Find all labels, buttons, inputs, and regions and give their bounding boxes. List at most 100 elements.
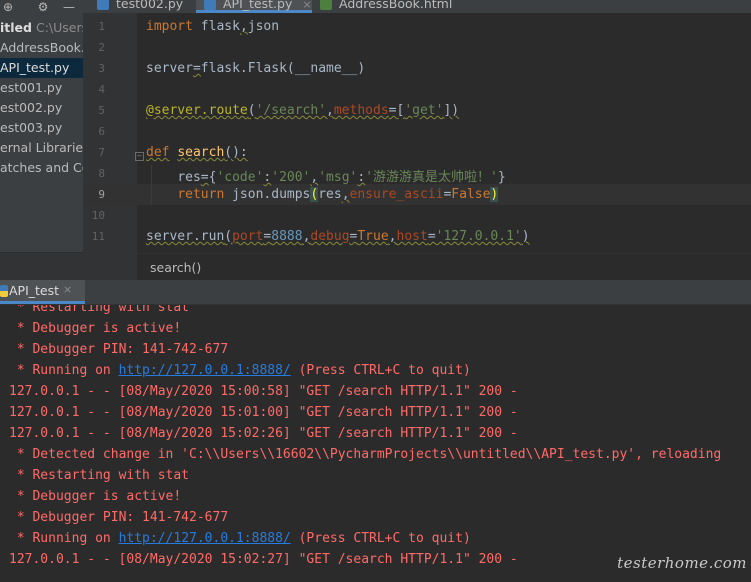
line-number: 1 <box>98 20 105 33</box>
line-number: 10 <box>91 209 105 222</box>
external-libraries[interactable]: ernal Libraries <box>0 138 83 158</box>
file-label: AddressBook.h <box>0 40 83 55</box>
console-line: 127.0.0.1 - - [08/May/2020 15:01:00] "GE… <box>9 405 518 420</box>
string: 'get' <box>404 103 444 118</box>
console-line: * Debugger is active! <box>9 489 182 504</box>
line-number: 5 <box>98 104 105 117</box>
code-token: server.run <box>146 229 225 244</box>
run-console[interactable]: * Restarting with stat * Debugger is act… <box>0 305 751 582</box>
console-line: * Running on http://127.0.0.1:8888/ (Pre… <box>9 363 471 378</box>
matched-bracket: ) <box>490 187 499 202</box>
code-token: } <box>497 170 506 185</box>
code-token: ( <box>224 229 233 244</box>
code-token: (): <box>224 145 248 160</box>
param: port <box>232 229 264 244</box>
python-file-icon <box>204 0 216 10</box>
python-file-icon <box>97 0 109 10</box>
server-url-link[interactable]: http://127.0.0.1:8888/ <box>119 531 291 546</box>
scratches-and-consoles[interactable]: atches and Cor <box>0 158 83 178</box>
keyword: True <box>357 229 389 244</box>
console-text: * Running on <box>9 363 119 378</box>
code-token: , <box>388 229 397 244</box>
code-token: json <box>247 19 280 34</box>
project-root[interactable]: itled C:\Users\ <box>0 18 83 38</box>
console-line: * Restarting with stat <box>9 468 190 483</box>
code-token: , <box>239 19 248 34</box>
console-line: * Restarting with stat <box>9 305 190 315</box>
code-token: = <box>200 170 209 185</box>
console-line: 127.0.0.1 - - [08/May/2020 15:00:58] "GE… <box>9 384 518 399</box>
close-icon[interactable]: × <box>302 0 311 11</box>
code-token: = <box>192 61 201 76</box>
string: 'msg' <box>318 170 358 185</box>
editor-tabbar: test002.py API_test.py × AddressBook.htm… <box>83 0 751 13</box>
code-token: flask.Flask(__name__) <box>200 61 366 76</box>
code-token: , <box>341 187 350 202</box>
line-number: 11 <box>91 230 105 243</box>
code-editor[interactable] <box>137 13 751 253</box>
tab-label: AddressBook.html <box>339 0 453 11</box>
string: '游游游真是太帅啦！' <box>365 170 498 185</box>
param: ensure_ascii <box>349 187 444 202</box>
tab-label: API_test.py <box>223 0 293 11</box>
param: debug <box>310 229 350 244</box>
minus-icon[interactable]: — <box>62 0 76 14</box>
line-number: 9 <box>98 188 105 201</box>
file-item-test003[interactable]: est003.py <box>0 118 83 138</box>
keyword: return <box>177 187 225 202</box>
file-item-test002[interactable]: est002.py <box>0 98 83 118</box>
project-root-title: itled <box>0 20 32 35</box>
code-token: ) <box>521 229 530 244</box>
code-token: server <box>146 61 193 76</box>
tab-api-test[interactable]: API_test.py × <box>196 0 312 13</box>
code-line-9: return json.dumps(res,ensure_ascii=False… <box>146 187 499 202</box>
file-item-test001[interactable]: est001.py <box>0 78 83 98</box>
string: '/search' <box>255 103 327 118</box>
breadcrumb: search() <box>137 253 751 281</box>
python-run-icon <box>0 285 8 297</box>
code-token: json.dumps <box>224 187 311 202</box>
keyword: False <box>451 187 491 202</box>
param: methods <box>333 103 389 118</box>
code-line-3: server=flask.Flask(__name__) <box>146 61 365 76</box>
code-token: ]) <box>443 103 460 118</box>
code-token: : <box>357 170 366 185</box>
project-sidebar: ⊕ ⚙ — itled C:\Users\ AddressBook.h API_… <box>0 0 83 252</box>
close-icon[interactable]: × <box>63 283 72 296</box>
line-number: 2 <box>98 41 105 54</box>
code-token: , <box>326 103 334 118</box>
tab-run-api-test[interactable]: API_test × <box>0 280 85 304</box>
code-line-11: server.run(port=8888,debug=True,host='12… <box>146 229 530 244</box>
console-text: (Press CTRL+C to quit) <box>290 531 471 546</box>
console-text: * Running on <box>9 531 119 546</box>
watermark: testerhome.com <box>617 554 747 572</box>
tab-label: test002.py <box>116 0 184 11</box>
console-line: * Debugger PIN: 141-742-677 <box>9 510 229 525</box>
project-root-path: C:\Users\ <box>35 20 83 35</box>
file-item-addressbook[interactable]: AddressBook.h <box>0 38 83 58</box>
file-label: API_test.py <box>0 60 70 75</box>
string: 'code' <box>216 170 264 185</box>
code-token: res <box>177 170 201 185</box>
tab-addressbook[interactable]: AddressBook.html <box>312 0 472 13</box>
line-number: 6 <box>98 125 105 138</box>
line-number: 3 <box>98 62 105 75</box>
target-icon[interactable]: ⊕ <box>1 0 15 14</box>
code-line-5: @server.route('/search',methods=['get']) <box>146 103 459 118</box>
code-token: = <box>427 229 436 244</box>
gear-icon[interactable]: ⚙ <box>36 0 50 14</box>
run-panel-header: API_test × <box>0 280 751 305</box>
breadcrumb-item-search[interactable]: search() <box>150 260 201 275</box>
run-tab-label: API_test <box>9 283 60 298</box>
console-line: * Debugger is active! <box>9 321 182 336</box>
file-item-api-test[interactable]: API_test.py <box>0 58 83 78</box>
fold-toggle-icon[interactable]: − <box>135 152 144 161</box>
server-url-link[interactable]: http://127.0.0.1:8888/ <box>119 363 291 378</box>
function-name: search <box>177 145 225 160</box>
console-line: * Debugger PIN: 141-742-677 <box>9 342 229 357</box>
code-line-7: def search(): <box>146 145 248 160</box>
tab-test002[interactable]: test002.py <box>89 0 196 13</box>
decorator: @server.route <box>146 103 248 118</box>
console-text: (Press CTRL+C to quit) <box>290 363 471 378</box>
keyword: import <box>146 19 193 34</box>
